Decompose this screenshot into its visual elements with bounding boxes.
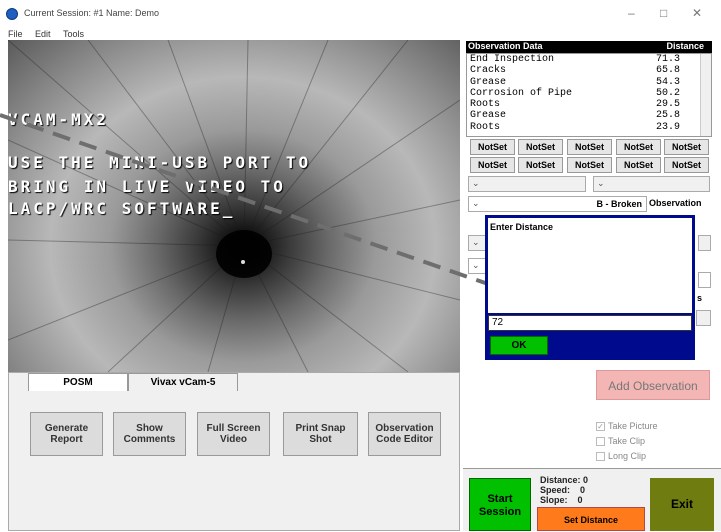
tab-vivax-vcam5[interactable]: Vivax vCam-5: [128, 373, 238, 391]
full-screen-video-button[interactable]: Full Screen Video: [197, 412, 270, 456]
enter-distance-dialog: Enter Distance 72 OK: [485, 215, 695, 360]
slope-readout: Slope: 0: [540, 495, 583, 505]
list-item[interactable]: Cracks 65.8: [467, 65, 711, 76]
speed-readout: Speed: 0: [540, 485, 586, 495]
menu-file[interactable]: File: [8, 29, 23, 39]
print-snap-shot-button[interactable]: Print Snap Shot: [283, 412, 358, 456]
hidden-field[interactable]: [698, 235, 711, 251]
tab-posm[interactable]: POSM: [28, 373, 128, 391]
notset-button[interactable]: NotSet: [470, 139, 515, 155]
generate-report-button[interactable]: Generate Report: [30, 412, 103, 456]
category-dropdown[interactable]: ⌄: [468, 176, 586, 192]
hidden-field[interactable]: [696, 310, 711, 326]
chevron-down-icon: ⌄: [597, 178, 605, 188]
observation-list-header: Observation Data Distance: [466, 41, 712, 53]
video-overlay-line: LACP/WRC SOFTWARE_: [8, 199, 236, 218]
video-overlay-title: VCAM-MX2: [8, 110, 110, 129]
checkbox[interactable]: ✓: [596, 421, 605, 431]
list-item[interactable]: Grease 54.3: [467, 77, 711, 88]
checkbox[interactable]: [596, 451, 605, 461]
list-item[interactable]: Corrosion of Pipe 50.2: [467, 88, 711, 99]
start-session-button[interactable]: Start Session: [469, 478, 531, 531]
set-distance-button[interactable]: Set Distance: [537, 507, 645, 531]
observation-label: Observation: [649, 198, 702, 208]
take-clip-option[interactable]: Take Clip: [596, 436, 645, 446]
notset-button[interactable]: NotSet: [567, 157, 612, 173]
observation-code-value: B - Broken: [596, 199, 642, 209]
notset-button[interactable]: NotSet: [664, 157, 709, 173]
menu-bar: File Edit Tools: [8, 24, 721, 39]
add-observation-button[interactable]: Add Observation: [596, 370, 710, 400]
dialog-title: Enter Distance: [490, 222, 554, 232]
close-button[interactable]: ✕: [692, 6, 702, 20]
take-picture-option[interactable]: ✓ Take Picture: [596, 421, 658, 431]
list-scrollbar[interactable]: [700, 54, 711, 136]
chevron-down-icon: ⌄: [472, 237, 480, 247]
notset-button[interactable]: NotSet: [664, 139, 709, 155]
dialog-body: Enter Distance: [488, 218, 692, 313]
video-overlay-line: USE THE MINI-USB PORT TO: [8, 153, 312, 172]
list-item[interactable]: Grease 25.8: [467, 110, 711, 121]
chevron-down-icon: ⌄: [472, 178, 480, 188]
observation-list[interactable]: End Inspection 71.3 Cracks 65.8 Grease 54.3…: [466, 53, 712, 137]
window-title: Current Session: #1 Name: Demo: [24, 8, 160, 18]
list-item[interactable]: Roots 23.9: [467, 122, 711, 133]
header-observation-data: Observation Data: [468, 41, 543, 51]
ok-button[interactable]: OK: [490, 336, 548, 355]
hidden-field[interactable]: [698, 272, 711, 288]
maximize-button[interactable]: □: [660, 6, 667, 20]
hidden-dropdown[interactable]: ⌄: [468, 258, 486, 274]
chevron-down-icon: ⌄: [472, 260, 480, 270]
notset-button[interactable]: NotSet: [567, 139, 612, 155]
notset-button[interactable]: NotSet: [518, 139, 563, 155]
long-clip-option[interactable]: Long Clip: [596, 451, 646, 461]
hidden-dropdown[interactable]: ⌄: [468, 235, 486, 251]
observation-code-dropdown[interactable]: ⌄ B - Broken: [468, 196, 647, 212]
app-icon: [6, 8, 18, 20]
list-item[interactable]: Roots 29.5: [467, 99, 711, 110]
live-video-pane: VCAM-MX2 USE THE MINI-USB PORT TO BRING …: [8, 40, 460, 372]
chevron-down-icon: ⌄: [472, 198, 480, 208]
list-item[interactable]: End Inspection 71.3: [467, 54, 711, 65]
notset-button[interactable]: NotSet: [518, 157, 563, 173]
notset-button[interactable]: NotSet: [470, 157, 515, 173]
menu-tools[interactable]: Tools: [63, 29, 84, 39]
notset-button[interactable]: NotSet: [616, 139, 661, 155]
observation-code-editor-button[interactable]: Observation Code Editor: [368, 412, 441, 456]
menu-edit[interactable]: Edit: [35, 29, 51, 39]
distance-readout: Distance: 0: [540, 475, 589, 485]
distance-input[interactable]: 72: [488, 315, 692, 331]
minimize-button[interactable]: –: [628, 6, 635, 20]
subcategory-dropdown[interactable]: ⌄: [593, 176, 710, 192]
notset-button[interactable]: NotSet: [616, 157, 661, 173]
video-overlay-line: BRING IN LIVE VIDEO TO: [8, 177, 286, 196]
checkbox[interactable]: [596, 436, 605, 446]
show-comments-button[interactable]: Show Comments: [113, 412, 186, 456]
partial-label: s: [697, 293, 703, 303]
exit-button[interactable]: Exit: [650, 478, 714, 531]
header-distance: Distance: [666, 41, 704, 51]
